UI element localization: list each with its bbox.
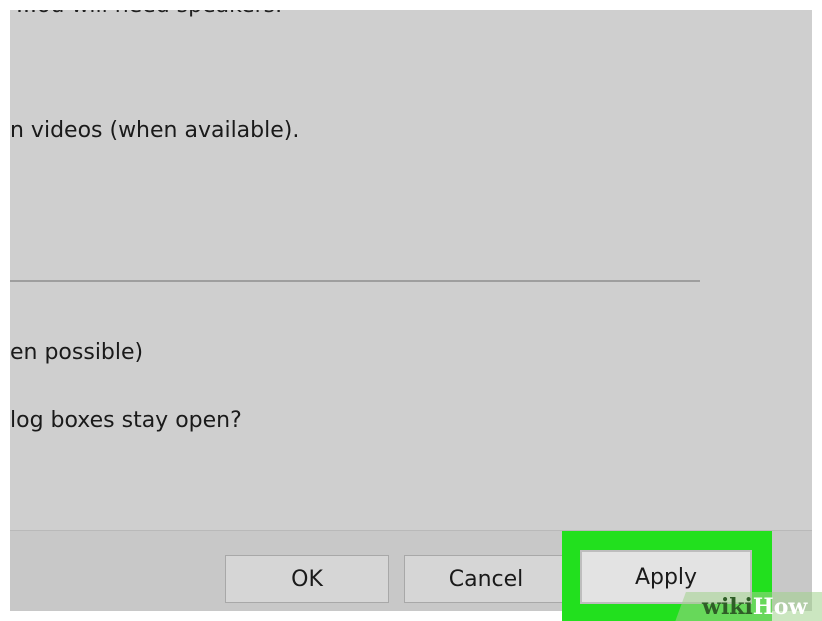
when-possible-option-text: en possible) xyxy=(10,340,144,365)
screenshot-page: ...ou will need speakers. n videos (when… xyxy=(0,0,822,621)
settings-dialog-body: ...ou will need speakers. n videos (when… xyxy=(10,10,812,530)
watermark-wiki: wiki xyxy=(702,594,753,620)
dialog-boxes-option-text: log boxes stay open? xyxy=(10,408,242,433)
ok-button[interactable]: OK xyxy=(225,555,389,603)
cancel-button[interactable]: Cancel xyxy=(404,555,568,603)
watermark-how: How xyxy=(752,594,808,620)
captions-option-text: n videos (when available). xyxy=(10,118,300,143)
wikihow-watermark: wikiHow xyxy=(702,594,807,620)
cut-off-line-top: ...ou will need speakers. xyxy=(16,10,282,18)
section-divider xyxy=(10,280,700,282)
